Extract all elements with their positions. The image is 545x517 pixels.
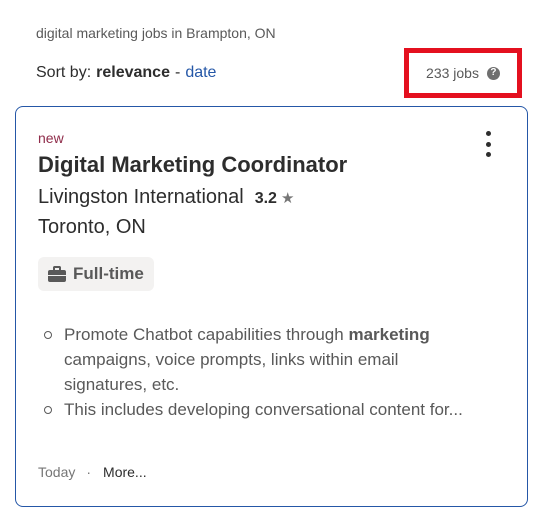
- menu-dot: [485, 131, 491, 136]
- more-link[interactable]: More...: [103, 464, 147, 480]
- snippet-item: This includes developing conversational …: [43, 397, 483, 422]
- job-card[interactable]: new Digital Marketing Coordinator Living…: [15, 106, 528, 507]
- company-rating: 3.2: [254, 190, 277, 207]
- search-summary: digital marketing jobs in Brampton, ON: [36, 25, 276, 41]
- job-title[interactable]: Digital Marketing Coordinator: [38, 152, 347, 178]
- job-snippet: Promote Chatbot capabilities through mar…: [43, 322, 483, 422]
- footer-separator: ·: [86, 464, 92, 480]
- company-row: Livingston International 3.2 ★: [38, 186, 294, 209]
- job-footer: Today · More...: [38, 464, 147, 480]
- job-count-highlight: 233 jobs ?: [404, 48, 522, 98]
- snippet-text: Promote Chatbot capabilities through: [64, 325, 349, 344]
- help-icon[interactable]: ?: [486, 66, 500, 80]
- sort-separator: -: [174, 64, 181, 81]
- briefcase-icon: [48, 266, 66, 282]
- snippet-text: campaigns, voice prompts, links within e…: [64, 350, 399, 394]
- company-name: Livingston International: [38, 186, 244, 208]
- job-type-label: Full-time: [73, 264, 144, 283]
- menu-dot: [485, 141, 491, 147]
- job-count: 233 jobs: [426, 65, 479, 81]
- snippet-text: This includes developing conversational …: [64, 400, 463, 419]
- snippet-item: Promote Chatbot capabilities through mar…: [43, 322, 483, 397]
- job-location: Toronto, ON: [38, 216, 146, 238]
- sort-by-date-link[interactable]: date: [185, 64, 216, 82]
- more-options-icon[interactable]: [476, 131, 500, 157]
- posted-date: Today: [38, 464, 76, 480]
- job-type-badge: Full-time: [38, 257, 154, 291]
- star-icon: ★: [280, 190, 295, 207]
- menu-dot: [485, 152, 491, 157]
- sort-label: Sort by:: [36, 64, 92, 81]
- snippet-highlight: marketing: [348, 325, 430, 344]
- sort-relevance: relevance: [96, 64, 170, 81]
- new-tag: new: [38, 130, 64, 146]
- sort-row: Sort by: relevance - date: [36, 64, 216, 82]
